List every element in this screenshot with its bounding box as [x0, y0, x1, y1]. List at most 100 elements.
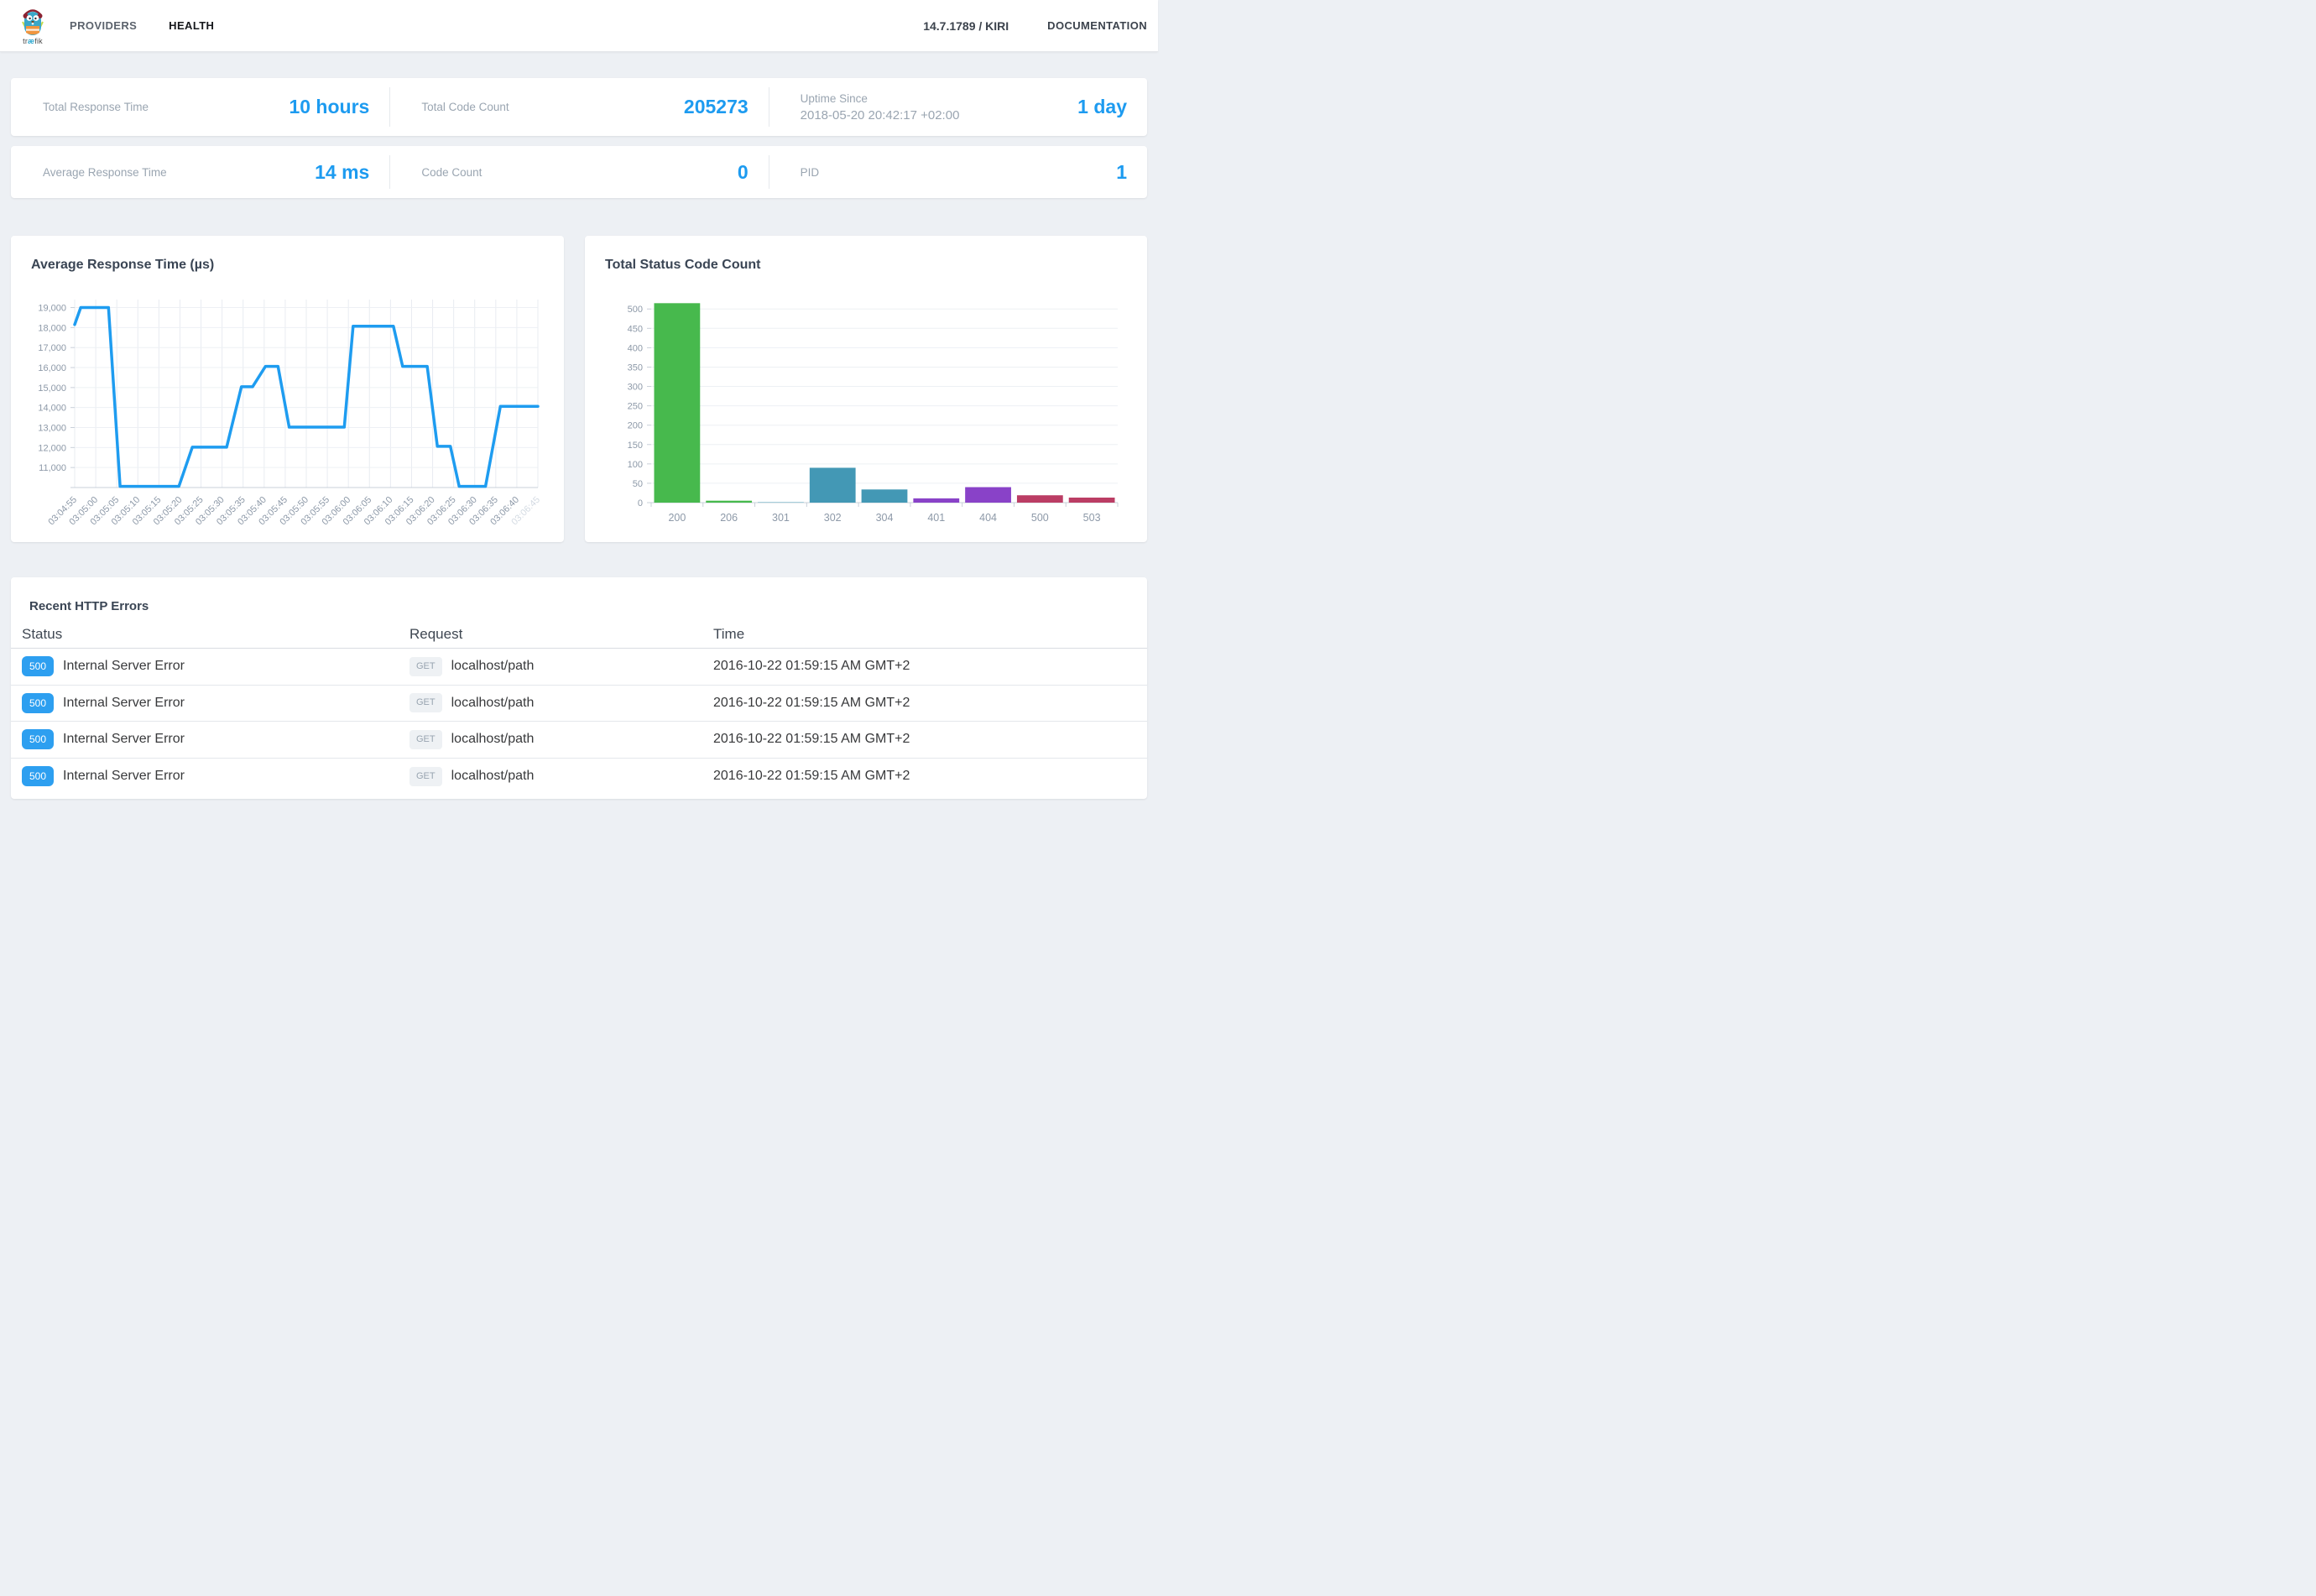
error-status-cell: 500 Internal Server Error [11, 656, 399, 676]
main-nav: PROVIDERS HEALTH [70, 19, 214, 32]
svg-text:200: 200 [668, 512, 686, 524]
svg-text:50: 50 [633, 479, 643, 489]
status-code-bar-chart: 0501001502002503003504004505002002063013… [605, 295, 1127, 531]
status-bar-401 [913, 498, 959, 503]
nav-health[interactable]: HEALTH [169, 19, 214, 32]
stat-average-response-time: Average Response Time 14 ms [11, 146, 389, 198]
logo-wordmark: træfik [23, 37, 43, 45]
status-bar-404 [965, 488, 1011, 503]
request-path: localhost/path [451, 659, 535, 674]
request-path: localhost/path [451, 732, 535, 747]
svg-text:14,000: 14,000 [38, 404, 66, 414]
charts-row: Average Response Time (µs) 11,00012,0001… [11, 236, 1147, 542]
status-code-badge: 500 [22, 729, 54, 749]
status-code-chart-card: Total Status Code Count 0501001502002503… [585, 236, 1147, 542]
error-table-row: 500 Internal Server Error GET localhost/… [11, 722, 1147, 759]
response-time-chart-card: Average Response Time (µs) 11,00012,0001… [11, 236, 564, 542]
error-time-cell: 2016-10-22 01:59:15 AM GMT+2 [702, 769, 1147, 784]
svg-text:304: 304 [876, 512, 894, 524]
stats-row-totals: Total Response Time 10 hours Total Code … [11, 78, 1147, 136]
errors-table-title: Recent HTTP Errors [11, 577, 1147, 620]
status-bar-200 [655, 303, 701, 503]
svg-text:302: 302 [824, 512, 842, 524]
nav-providers[interactable]: PROVIDERS [70, 19, 137, 32]
recent-errors-card: Recent HTTP Errors Status Request Time 5… [11, 577, 1147, 799]
svg-text:404: 404 [979, 512, 997, 524]
status-bar-500 [1017, 495, 1063, 503]
status-text: Internal Server Error [63, 769, 185, 784]
svg-text:17,000: 17,000 [38, 343, 66, 353]
error-table-row: 500 Internal Server Error GET localhost/… [11, 686, 1147, 722]
stat-label: PID [801, 166, 820, 179]
error-status-cell: 500 Internal Server Error [11, 693, 399, 713]
stat-total-response-time: Total Response Time 10 hours [11, 78, 389, 136]
svg-text:0: 0 [638, 498, 643, 509]
svg-text:12,000: 12,000 [38, 443, 66, 453]
request-path: localhost/path [451, 769, 535, 784]
error-status-cell: 500 Internal Server Error [11, 729, 399, 749]
svg-text:401: 401 [927, 512, 945, 524]
stat-value: 0 [738, 161, 749, 184]
request-path: localhost/path [451, 696, 535, 711]
status-bar-206 [706, 501, 752, 503]
status-bar-302 [810, 467, 856, 503]
column-header-status: Status [11, 626, 399, 643]
error-time-cell: 2016-10-22 01:59:15 AM GMT+2 [702, 659, 1147, 674]
svg-text:200: 200 [628, 421, 643, 431]
uptime-label-group: Uptime Since 2018-05-20 20:42:17 +02:00 [801, 92, 960, 123]
stat-value: 14 ms [315, 161, 369, 184]
svg-text:503: 503 [1083, 512, 1101, 524]
column-header-request: Request [399, 626, 702, 643]
svg-text:450: 450 [628, 324, 643, 334]
stat-code-count: Code Count 0 [389, 146, 768, 198]
response-time-line-chart: 11,000 12,000 13,000 14,000 15,000 16,000 17,0… [31, 295, 545, 525]
errors-table-header: Status Request Time [11, 620, 1147, 649]
svg-text:150: 150 [628, 441, 643, 451]
stat-label: Uptime Since [801, 92, 960, 105]
chart-title: Average Response Time (µs) [31, 258, 544, 273]
svg-text:500: 500 [1031, 512, 1049, 524]
status-text: Internal Server Error [63, 696, 185, 711]
error-time-cell: 2016-10-22 01:59:15 AM GMT+2 [702, 696, 1147, 711]
error-request-cell: GET localhost/path [399, 657, 702, 676]
stat-value: 1 day [1077, 96, 1127, 118]
error-request-cell: GET localhost/path [399, 693, 702, 712]
svg-text:18,000: 18,000 [38, 323, 66, 333]
status-text: Internal Server Error [63, 732, 185, 747]
chart-title: Total Status Code Count [605, 258, 1127, 273]
stat-pid: PID 1 [769, 146, 1147, 198]
stat-value: 10 hours [289, 96, 369, 118]
status-code-badge: 500 [22, 766, 54, 786]
svg-text:11,000: 11,000 [39, 463, 66, 473]
stat-label: Total Response Time [43, 101, 149, 113]
svg-text:16,000: 16,000 [38, 363, 66, 373]
status-code-badge: 500 [22, 693, 54, 713]
stat-label: Code Count [421, 166, 482, 179]
status-text: Internal Server Error [63, 659, 185, 674]
error-request-cell: GET localhost/path [399, 730, 702, 749]
stat-uptime-since: Uptime Since 2018-05-20 20:42:17 +02:00 … [769, 78, 1147, 136]
http-method-badge: GET [409, 730, 442, 749]
traefik-logo[interactable]: træfik [11, 7, 55, 45]
stat-label: Average Response Time [43, 166, 167, 179]
error-table-row: 500 Internal Server Error GET localhost/… [11, 649, 1147, 686]
dashboard-content: Total Response Time 10 hours Total Code … [0, 78, 1158, 799]
top-nav-bar: træfik PROVIDERS HEALTH 14.7.1789 / KIRI… [0, 0, 1158, 52]
uptime-timestamp: 2018-05-20 20:42:17 +02:00 [801, 108, 960, 123]
http-method-badge: GET [409, 767, 442, 786]
svg-text:15,000: 15,000 [38, 383, 66, 394]
svg-text:400: 400 [628, 343, 643, 353]
svg-text:13,000: 13,000 [38, 424, 66, 434]
error-status-cell: 500 Internal Server Error [11, 766, 399, 786]
nav-documentation[interactable]: DOCUMENTATION [1047, 19, 1147, 32]
status-code-badge: 500 [22, 656, 54, 676]
svg-text:350: 350 [628, 362, 643, 373]
stat-total-code-count: Total Code Count 205273 [389, 78, 768, 136]
svg-text:19,000: 19,000 [38, 304, 66, 314]
status-bar-304 [862, 489, 908, 503]
error-time-cell: 2016-10-22 01:59:15 AM GMT+2 [702, 732, 1147, 747]
http-method-badge: GET [409, 657, 442, 676]
svg-text:300: 300 [628, 383, 643, 393]
traefik-gopher-icon [18, 7, 48, 39]
svg-text:301: 301 [772, 512, 790, 524]
